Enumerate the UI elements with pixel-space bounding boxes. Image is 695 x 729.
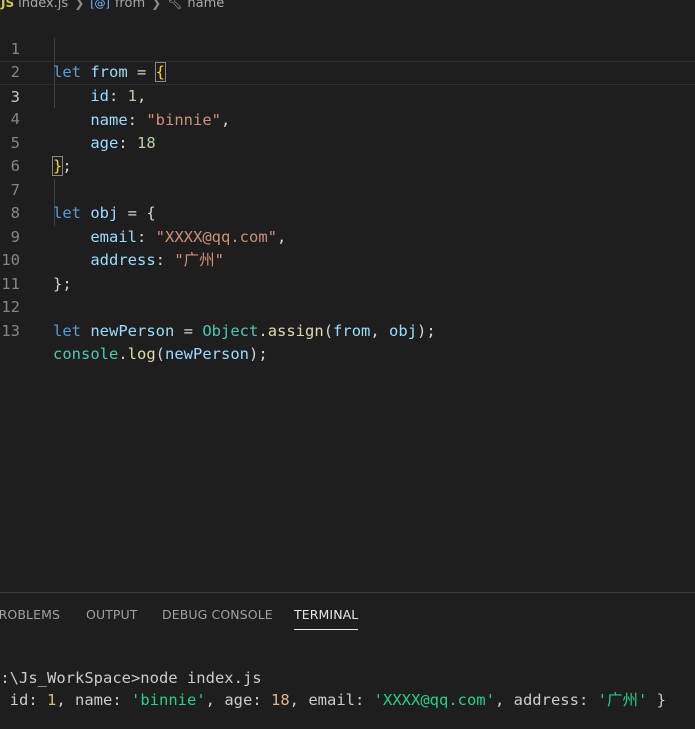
operator: = [174,321,203,340]
function-name: log [127,345,156,363]
punctuation: ( [323,321,334,340]
code-line[interactable]: 1 let from = { [0,14,695,82]
keyword: let [53,321,81,340]
terminal-text: } [647,691,666,709]
terminal-command-line[interactable]: D:\Js_WorkSpace>node index.js [0,667,262,689]
terminal-string: '广州' [597,691,648,709]
terminal-text: , address: [494,691,598,709]
breadcrumb: JS index.js ❯ [@] from ❯ 🔧︎ name [0,0,695,13]
tab-output[interactable]: OUTPUT [86,607,138,623]
terminal-string: 'XXXX@qq.com' [373,691,495,709]
code-editor[interactable]: 1 let from = { 2 id: 1, 3 name: "binnie"… [0,14,695,592]
breadcrumb-property[interactable]: name [187,0,224,11]
terminal-string: 'binnie' [131,691,206,709]
terminal-output-line[interactable]: { id: 1, name: 'binnie', age: 18, email:… [0,689,666,711]
terminal-text: , email: [289,691,374,709]
code-line[interactable]: 9 address: "广州" [0,202,695,270]
punctuation: ); [249,345,268,363]
terminal-text: { id: [0,691,38,709]
code-line[interactable]: 12 let newPerson = Object.assign(from, o… [0,273,695,340]
panel-tabs: PROBLEMS OUTPUT DEBUG CONSOLE TERMINAL [0,607,695,630]
tab-debug-console[interactable]: DEBUG CONSOLE [162,607,273,623]
object-name: console [53,345,119,363]
code-line-current[interactable]: 3 name: "binnie", [0,61,695,129]
punctuation: . [258,321,268,340]
terminal-number: 18 [270,691,290,709]
identifier: newPerson [165,345,250,363]
property-key-icon: 🔧︎ [167,0,183,10]
code-line[interactable]: 10 }; [0,226,695,293]
variable-icon: [@] [90,0,110,10]
code-line[interactable]: 13 console.log(newPerson); [0,296,695,364]
code-line[interactable]: 2 id: 1, [0,38,695,105]
code-line[interactable]: 8 email: "XXXX@qq.com", [0,179,695,246]
code-line[interactable]: 5 }; [0,108,695,176]
tab-terminal[interactable]: TERMINAL [294,607,359,630]
chevron-right-icon: ❯ [151,0,162,10]
code-line[interactable]: 6 [0,132,695,175]
punctuation: . [118,345,128,363]
identifier: newPerson [90,321,175,340]
punctuation: ( [155,345,166,363]
tab-problems[interactable]: PROBLEMS [0,607,60,623]
punctuation: ); [417,321,436,340]
breadcrumb-variable[interactable]: from [115,0,145,11]
terminal-text: , name: [56,691,131,709]
breadcrumb-file[interactable]: index.js [18,0,68,11]
terminal-number: 1 [47,691,57,709]
terminal-text: , age: [205,691,271,709]
code-line[interactable]: 7 let obj = { [0,155,695,223]
bottom-panel: PROBLEMS OUTPUT DEBUG CONSOLE TERMINAL D… [0,592,695,729]
function-name: assign [267,321,324,340]
code-line[interactable]: 4 age: 18 [0,85,695,152]
code-line[interactable]: 11 [0,249,695,293]
class-name: Object [202,321,259,340]
identifier: from [333,321,371,340]
js-file-icon: JS [1,0,15,10]
line-number: 13 [1,321,20,340]
chevron-right-icon: ❯ [74,0,85,10]
punctuation: , [370,321,390,340]
identifier: obj [389,321,418,340]
